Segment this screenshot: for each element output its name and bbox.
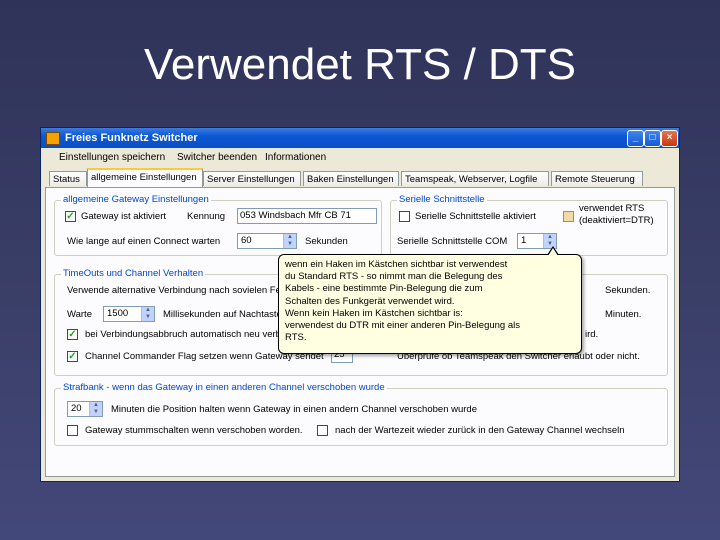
penalty-minutes-label: Minuten die Position halten wenn Gateway… — [111, 404, 477, 415]
close-button[interactable]: × — [661, 130, 678, 147]
slide-title: Verwendet RTS / DTS — [143, 40, 577, 89]
window-title: Freies Funknetz Switcher — [65, 132, 198, 144]
connect-wait-value: 60 — [241, 235, 252, 246]
serial-group: Serielle Schnittstelle Serielle Schnitts… — [390, 194, 668, 256]
reconnect-checkbox[interactable]: ✓ — [67, 329, 78, 340]
minutes-unit: Minuten. — [605, 309, 642, 320]
tooltip-tail-fill — [548, 248, 558, 256]
spinner-arrows-icon[interactable]: ▲ ▼ — [89, 402, 102, 416]
app-icon — [46, 132, 60, 145]
tab-strip: Status allgemeine Einstellungen Server E… — [45, 168, 675, 188]
tooltip-line: Wenn kein Haken im Kästchen sichtbar is: — [285, 307, 463, 319]
gateway-active-checkbox[interactable]: ✓ — [65, 211, 76, 222]
penalty-group: Strafbank - wenn das Gateway in einen an… — [54, 382, 668, 446]
tooltip-line: verwendest du DTR mit einer anderen Pin-… — [285, 320, 520, 332]
rts-sub-label: (deaktiviert=DTR) — [579, 215, 654, 226]
com-port-label: Serielle Schnittstelle COM — [397, 236, 508, 247]
com-port-value: 1 — [521, 235, 527, 246]
connect-wait-unit: Sekunden — [305, 236, 348, 247]
rts-label: verwendet RTS — [579, 203, 645, 214]
tooltip-line: RTS. — [285, 332, 307, 344]
wait-spinner[interactable]: 1500 ▲ ▼ — [103, 306, 155, 322]
return-channel-checkbox[interactable] — [317, 425, 328, 436]
maximize-button[interactable]: □ — [644, 130, 661, 147]
commander-flag-checkbox[interactable]: ✓ — [67, 351, 78, 362]
minimize-button[interactable]: _ — [627, 130, 644, 147]
tab-beacon-settings[interactable]: Baken Einstellungen — [303, 171, 399, 186]
timeouts-group-title: TimeOuts und Channel Verhalten — [61, 268, 206, 279]
menu-save-settings[interactable]: Einstellungen speichern — [59, 152, 165, 163]
kennung-label: Kennung — [187, 211, 226, 222]
penalty-minutes-spinner[interactable]: 20 ▲ ▼ — [67, 401, 103, 417]
tooltip-line: Kabels - eine bestimmte Pin-Belegung die… — [285, 283, 483, 295]
rts-checkbox[interactable] — [563, 211, 574, 222]
tab-teamspeak[interactable]: Teamspeak, Webserver, Logfile — [401, 171, 549, 186]
serial-group-title: Serielle Schnittstelle — [397, 194, 487, 205]
kennung-input[interactable]: 053 Windsbach Mfr CB 71 — [237, 208, 377, 224]
tab-server-settings[interactable]: Server Einstellungen — [203, 171, 301, 186]
gateway-group-title: allgemeine Gateway Einstellungen — [61, 194, 211, 205]
connect-wait-spinner[interactable]: 60 ▲ ▼ — [237, 233, 297, 249]
reconnect-label: bei Verbindungsabbruch automatisch neu v… — [85, 329, 307, 340]
title-bar[interactable]: Freies Funknetz Switcher _ □ × — [41, 128, 679, 148]
spinner-arrows-icon[interactable]: ▲ ▼ — [141, 307, 154, 321]
spinner-arrows-icon[interactable]: ▲ ▼ — [283, 234, 296, 248]
penalty-minutes-value: 20 — [71, 403, 82, 414]
penalty-group-title: Strafbank - wenn das Gateway in einen an… — [61, 382, 387, 393]
wait-label: Warte — [67, 309, 92, 320]
wait-unit: Millisekunden auf Nachtasten. — [163, 309, 290, 320]
tab-general-settings[interactable]: allgemeine Einstellungen — [87, 168, 203, 187]
ward-fragment: ird. — [585, 329, 599, 340]
seconds-unit: Sekunden. — [605, 285, 651, 296]
serial-active-checkbox[interactable] — [399, 211, 410, 222]
menu-quit-switcher[interactable]: Switcher beenden — [177, 152, 257, 163]
tab-remote-control[interactable]: Remote Steuerung — [551, 171, 643, 186]
mute-gateway-checkbox[interactable] — [67, 425, 78, 436]
tab-status[interactable]: Status — [49, 171, 87, 186]
tooltip-line: wenn ein Haken im Kästchen sichtbar ist … — [285, 259, 508, 270]
menu-info[interactable]: Informationen — [265, 152, 326, 163]
wait-value: 1500 — [107, 308, 129, 319]
menu-bar: Einstellungen speichern Switcher beenden… — [41, 149, 679, 167]
mute-gateway-label: Gateway stummschalten wenn verschoben wo… — [85, 425, 303, 436]
tooltip-line: du Standard RTS - so nimmt man die Beleg… — [285, 271, 503, 283]
serial-active-label: Serielle Schnittstelle aktiviert — [415, 211, 536, 222]
rts-tooltip: wenn ein Haken im Kästchen sichtbar ist … — [278, 246, 582, 354]
connect-wait-label: Wie lange auf einen Connect warten — [67, 236, 221, 247]
return-channel-label: nach der Wartezeit wieder zurück in den … — [335, 425, 625, 436]
gateway-active-label: Gateway ist aktiviert — [81, 211, 166, 222]
gateway-settings-group: allgemeine Gateway Einstellungen ✓ Gatew… — [54, 194, 382, 256]
tooltip-line: Schalten des Funkgerät verwendet wird. — [285, 295, 455, 307]
fail-count-label: Verwende alternative Verbindung nach sov… — [67, 285, 305, 296]
